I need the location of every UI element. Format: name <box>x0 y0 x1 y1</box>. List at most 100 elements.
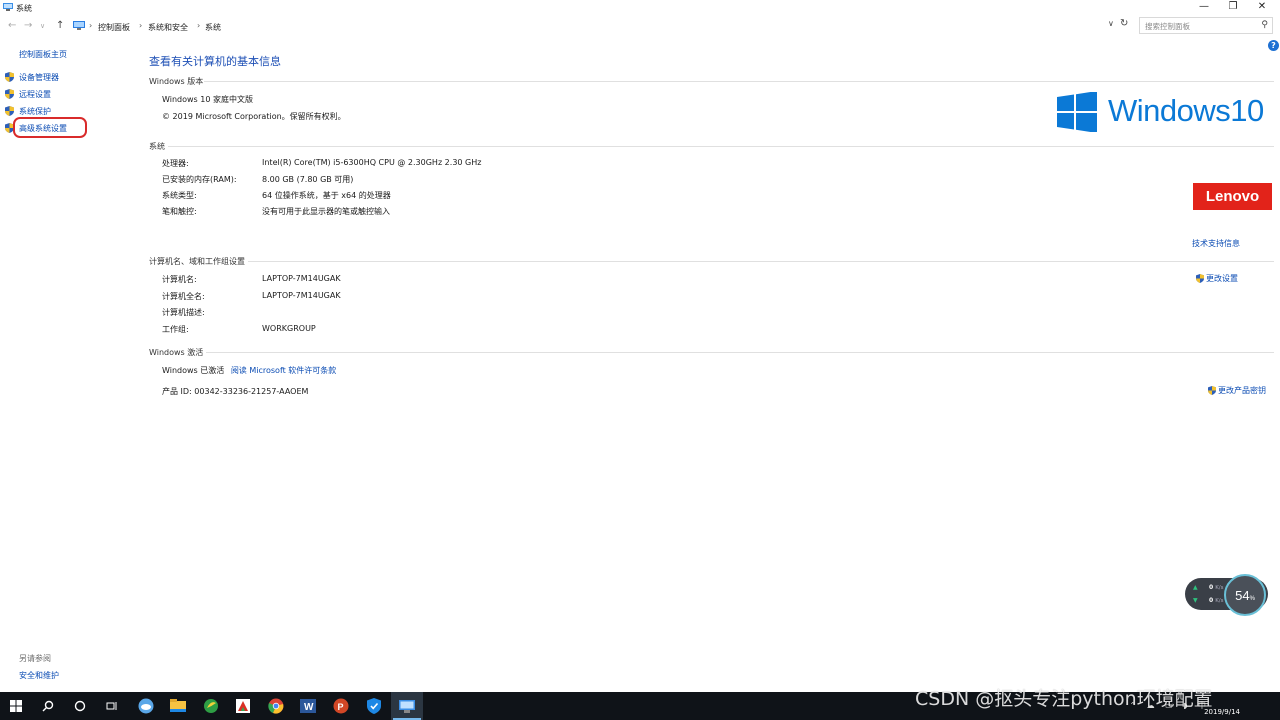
activation-status: Windows 已激活 阅读 Microsoft 软件许可条款 <box>162 365 336 376</box>
back-arrow-icon[interactable]: ← <box>8 20 16 31</box>
see-also-heading: 另请参阅 <box>19 654 51 663</box>
up-arrow-icon[interactable]: ↑ <box>56 20 64 31</box>
sidebar-item-system-protection[interactable]: 系统保护 <box>5 105 51 117</box>
sidebar-item-device-manager[interactable]: 设备管理器 <box>5 71 59 83</box>
change-product-key-link[interactable]: 更改产品密钥 <box>1208 385 1266 396</box>
change-settings-label: 更改设置 <box>1206 274 1238 283</box>
edition-value: Windows 10 家庭中文版 <box>162 95 253 104</box>
section-heading-system: 系统 <box>149 142 165 151</box>
system-icon <box>3 3 13 11</box>
window-title: 系统 <box>16 4 32 13</box>
full-name-label: 计算机全名: <box>162 292 205 301</box>
download-speed: ▼ 0 K/s <box>1193 597 1224 604</box>
breadcrumb-item-security[interactable]: 系统和安全 <box>148 22 188 33</box>
help-icon[interactable]: ? <box>1268 40 1279 51</box>
product-id: 产品 ID: 00342-33236-21257-AAOEM <box>162 387 309 396</box>
lenovo-logo: Lenovo <box>1193 183 1272 210</box>
search-icon[interactable]: ⚲ <box>1261 20 1268 30</box>
chevron-right-icon: › <box>139 21 143 30</box>
close-button[interactable]: ✕ <box>1248 0 1276 15</box>
taskbar-app-edge[interactable] <box>130 692 162 720</box>
search-button[interactable] <box>32 692 64 720</box>
address-row: ← → ∨ ↑ › 控制面板 › 系统和安全 › 系统 ∨ ↻ 搜索控制面板 ⚲ <box>0 16 1280 36</box>
license-terms-link[interactable]: 阅读 Microsoft 软件许可条款 <box>231 366 337 375</box>
search-input[interactable]: 搜索控制面板 ⚲ <box>1139 17 1273 34</box>
download-value: 0 <box>1209 597 1214 604</box>
memory-usage-gauge[interactable]: 54% <box>1224 574 1266 616</box>
taskbar-app-security[interactable] <box>358 692 390 720</box>
shield-icon <box>5 89 14 99</box>
search-placeholder: 搜索控制面板 <box>1145 22 1190 31</box>
title-bar: 系统 — ❐ ✕ <box>0 0 1280 15</box>
task-view-button[interactable] <box>96 692 128 720</box>
section-heading-computer: 计算机名、域和工作组设置 <box>149 257 245 266</box>
description-label: 计算机描述: <box>162 308 205 317</box>
shield-icon <box>5 106 14 116</box>
ram-label: 已安装的内存(RAM): <box>162 175 237 184</box>
system-window-icon <box>399 699 415 713</box>
breadcrumb-item-control-panel[interactable]: 控制面板 <box>98 22 130 33</box>
recent-dropdown-icon[interactable]: ∨ <box>40 22 45 30</box>
folder-icon <box>170 699 186 712</box>
shield-icon <box>367 698 381 714</box>
breadcrumb[interactable]: › 控制面板 › 系统和安全 › 系统 <box>68 18 1132 34</box>
address-dropdown-icon[interactable]: ∨ <box>1108 19 1114 28</box>
system-type-value: 64 位操作系统，基于 x64 的处理器 <box>262 191 391 200</box>
upload-unit: K/s <box>1215 584 1224 591</box>
control-panel-home-link[interactable]: 控制面板主页 <box>19 49 67 60</box>
ram-value: 8.00 GB (7.80 GB 可用) <box>262 175 354 184</box>
chevron-right-icon: › <box>197 21 201 30</box>
taskbar-app-system[interactable] <box>391 692 423 720</box>
sidebar-item-label: 远程设置 <box>19 89 51 99</box>
pen-touch-label: 笔和触控: <box>162 207 197 216</box>
system-type-label: 系统类型: <box>162 191 197 200</box>
usage-percent-unit: % <box>1249 596 1255 602</box>
svg-text:P: P <box>338 702 344 712</box>
minimize-button[interactable]: — <box>1190 0 1218 15</box>
divider <box>206 352 1274 353</box>
divider <box>204 81 1274 82</box>
taskbar-app-tool[interactable] <box>227 692 259 720</box>
change-settings-link[interactable]: 更改设置 <box>1196 273 1238 284</box>
taskbar-app-powerpoint[interactable]: P <box>325 692 357 720</box>
support-info-link[interactable]: 技术支持信息 <box>1192 238 1240 249</box>
sidebar-item-remote-settings[interactable]: 远程设置 <box>5 88 51 100</box>
restore-button[interactable]: ❐ <box>1219 0 1247 15</box>
workgroup-value: WORKGROUP <box>262 324 316 333</box>
chevron-right-icon: › <box>89 21 93 30</box>
taskbar-app-green[interactable] <box>195 692 227 720</box>
computer-name-value: LAPTOP-7M14UGAK <box>262 274 341 283</box>
windows-logo-icon <box>1057 92 1097 132</box>
word-icon: W <box>300 699 316 713</box>
divider <box>168 146 1274 147</box>
task-view-icon <box>106 702 117 710</box>
taskbar-app-word[interactable]: W <box>292 692 324 720</box>
change-product-key-label: 更改产品密钥 <box>1218 386 1266 395</box>
upload-speed: ▲ 0 K/s <box>1193 584 1224 591</box>
shield-icon <box>5 72 14 82</box>
svg-text:W: W <box>304 702 314 713</box>
breadcrumb-item-system[interactable]: 系统 <box>205 22 221 33</box>
usage-percent: 54 <box>1235 588 1250 603</box>
taskbar-app-explorer[interactable] <box>162 692 194 720</box>
taskbar-app-chrome[interactable] <box>260 692 292 720</box>
windows-start-icon <box>10 700 22 712</box>
shield-icon <box>1208 386 1216 395</box>
download-arrow-icon: ▼ <box>1193 597 1198 604</box>
computer-name-label: 计算机名: <box>162 275 197 284</box>
windows-logo-text: Windows10 <box>1108 93 1264 128</box>
processor-label: 处理器: <box>162 159 189 168</box>
cortana-button[interactable] <box>64 692 96 720</box>
sidebar-item-label: 系统保护 <box>19 106 51 116</box>
refresh-icon[interactable]: ↻ <box>1120 18 1128 29</box>
cloud-app-icon <box>138 698 154 714</box>
start-button[interactable] <box>0 692 32 720</box>
security-maintenance-link[interactable]: 安全和维护 <box>19 670 59 681</box>
full-name-value: LAPTOP-7M14UGAK <box>262 291 341 300</box>
section-heading-activation: Windows 激活 <box>149 348 204 357</box>
upload-arrow-icon: ▲ <box>1193 584 1198 591</box>
shield-icon <box>1196 274 1204 283</box>
pen-touch-value: 没有可用于此显示器的笔或触控输入 <box>262 207 390 216</box>
divider <box>248 261 1274 262</box>
forward-arrow-icon[interactable]: → <box>24 20 32 31</box>
